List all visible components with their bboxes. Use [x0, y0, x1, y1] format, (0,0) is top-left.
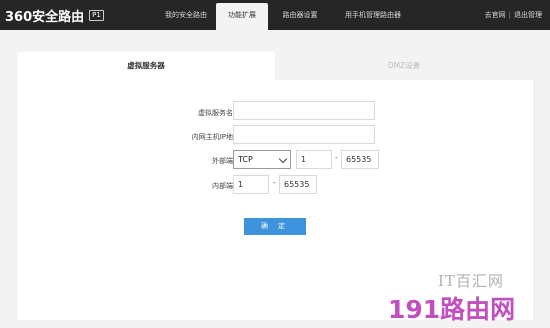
confirm-button[interactable]: 确 定: [244, 218, 306, 235]
header-links: 去官网 | 退出管理: [485, 0, 542, 30]
brand-logo-text: 360安全路由: [5, 9, 85, 25]
brand-logo[interactable]: 360安全路由 P1: [5, 6, 104, 25]
link-separator: |: [508, 11, 511, 19]
logout-link[interactable]: 退出管理: [514, 11, 542, 19]
external-port-start-input[interactable]: [296, 150, 332, 169]
internal-port-start-input[interactable]: [233, 175, 269, 194]
nav-router-settings[interactable]: 路由器设置: [272, 0, 328, 30]
official-site-link[interactable]: 去官网: [485, 11, 506, 19]
nav-feature-extension[interactable]: 功能扩展: [216, 3, 268, 30]
nav-mobile-management[interactable]: 用手机管理路由器: [335, 0, 411, 30]
chevron-down-icon: [278, 154, 288, 164]
external-port-range-separator: -: [335, 153, 338, 162]
internal-port-end-input[interactable]: [279, 175, 317, 194]
internal-port-range-separator: -: [273, 178, 276, 187]
model-badge: P1: [89, 9, 104, 21]
watermark-it-bai-hui: IT百汇网: [438, 272, 504, 290]
protocol-select[interactable]: TCP: [233, 150, 291, 169]
tab-dmz-settings[interactable]: DMZ设置: [275, 52, 533, 80]
service-name-input[interactable]: [233, 101, 375, 120]
lan-ip-input[interactable]: [233, 125, 375, 144]
nav-my-router[interactable]: 我的安全路由: [150, 0, 222, 30]
top-navigation-bar: 360安全路由 P1 我的安全路由 功能扩展 路由器设置 用手机管理路由器 去官…: [0, 0, 550, 30]
protocol-value: TCP: [238, 155, 253, 164]
external-port-end-input[interactable]: [341, 150, 379, 169]
watermark-191-router: 191路由网: [388, 295, 516, 324]
tab-virtual-server[interactable]: 虚拟服务器: [17, 52, 275, 80]
